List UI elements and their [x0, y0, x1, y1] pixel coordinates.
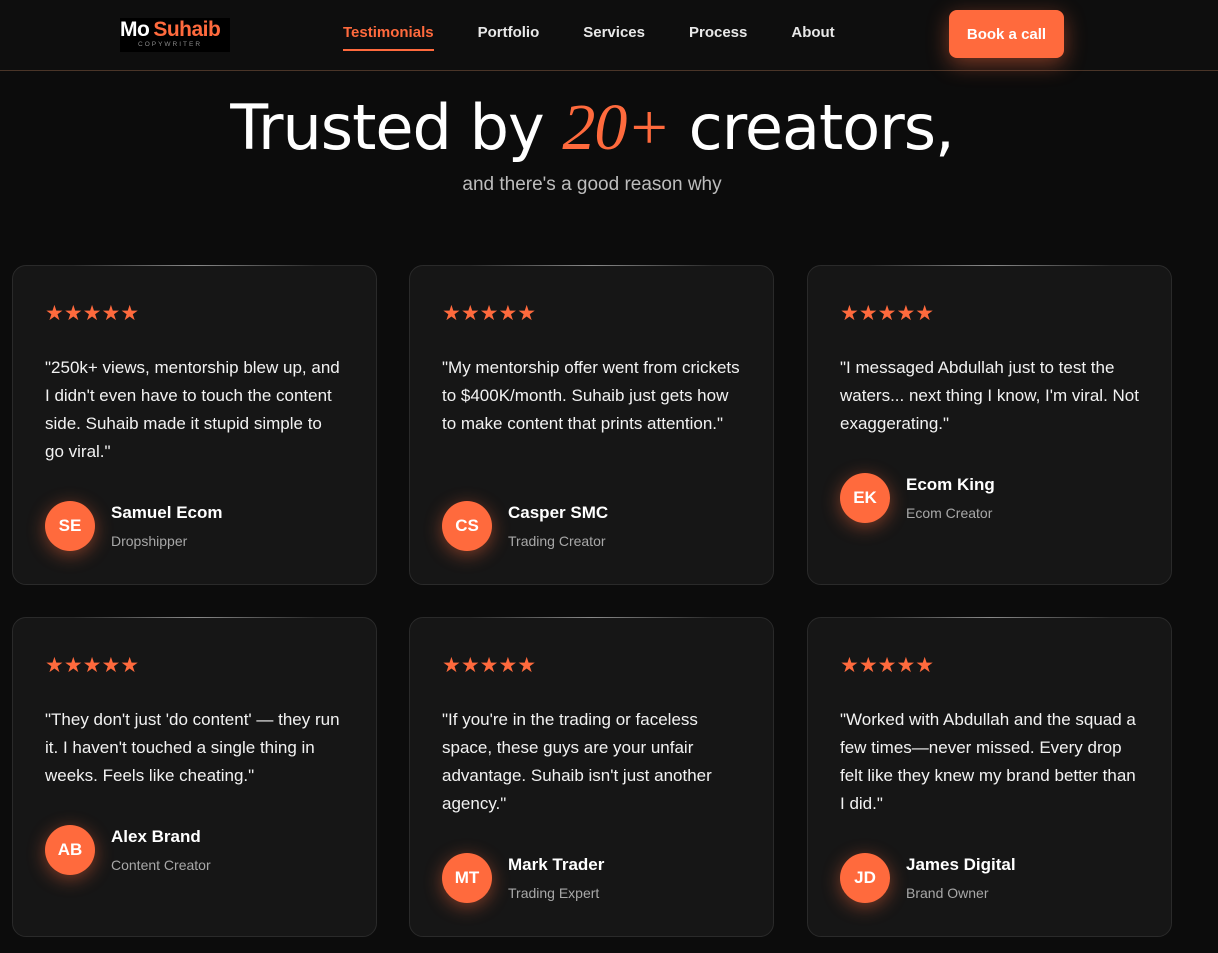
nav-link-portfolio[interactable]: Portfolio — [478, 24, 540, 51]
testimonial-quote: "My mentorship offer went from crickets … — [442, 358, 740, 433]
avatar: JD — [840, 853, 890, 903]
author-role: Content Creator — [111, 857, 211, 873]
star-rating: ★★★★★ — [840, 302, 935, 325]
hero-title-after: creators, — [669, 91, 955, 164]
author-role: Ecom Creator — [906, 505, 993, 521]
testimonial-quote: "Worked with Abdullah and the squad a fe… — [840, 710, 1136, 813]
avatar: EK — [840, 473, 890, 523]
star-rating: ★★★★★ — [442, 654, 537, 677]
author-name: Casper SMC — [508, 503, 609, 522]
nav-link-testimonials[interactable]: Testimonials — [343, 24, 434, 51]
testimonial-quote: "If you're in the trading or faceless sp… — [442, 710, 712, 813]
testimonial-quote: "I messaged Abdullah just to test the wa… — [840, 358, 1139, 433]
testimonial-card: ★★★★★ "250k+ views, mentorship blew up, … — [12, 265, 377, 585]
testimonial-card: ★★★★★ "If you're in the trading or facel… — [409, 617, 774, 937]
author-name: Samuel Ecom — [111, 503, 223, 522]
logo-tagline: COPYWRITER — [138, 41, 203, 48]
star-rating: ★★★★★ — [442, 302, 537, 325]
star-rating: ★★★★★ — [840, 654, 935, 677]
testimonial-card: ★★★★★ "I messaged Abdullah just to test … — [807, 265, 1172, 585]
author-name: Alex Brand — [111, 827, 201, 846]
testimonial-quote: "250k+ views, mentorship blew up, and I … — [45, 358, 340, 461]
hero-title: Trusted by 20+ creators, — [0, 90, 1184, 166]
testimonial-author: JD James Digital Brand Owner — [840, 853, 1016, 903]
logo-mo: Mo — [120, 18, 150, 41]
avatar: CS — [442, 501, 492, 551]
logo-name: Suhaib — [153, 18, 221, 41]
brand-logo[interactable]: Mo Suhaib COPYWRITER — [120, 18, 230, 52]
author-name: Mark Trader — [508, 855, 605, 874]
top-navbar: Mo Suhaib COPYWRITER Testimonials Portfol… — [0, 0, 1218, 71]
author-name: James Digital — [906, 855, 1016, 874]
testimonial-author: CS Casper SMC Trading Creator — [442, 501, 608, 551]
testimonial-author: MT Mark Trader Trading Expert — [442, 853, 604, 903]
avatar: AB — [45, 825, 95, 875]
author-role: Brand Owner — [906, 885, 989, 901]
testimonial-card: ★★★★★ "Worked with Abdullah and the squa… — [807, 617, 1172, 937]
nav-link-process[interactable]: Process — [689, 24, 747, 51]
testimonial-card: ★★★★★ "My mentorship offer went from cri… — [409, 265, 774, 585]
hero-title-before: Trusted by — [230, 91, 563, 164]
avatar: MT — [442, 853, 492, 903]
testimonial-author: SE Samuel Ecom Dropshipper — [45, 501, 223, 551]
author-role: Trading Creator — [508, 533, 606, 549]
nav-link-services[interactable]: Services — [583, 24, 645, 51]
star-rating: ★★★★★ — [45, 654, 140, 677]
author-role: Trading Expert — [508, 885, 600, 901]
testimonial-card: ★★★★★ "They don't just 'do content' — th… — [12, 617, 377, 937]
testimonial-author: AB Alex Brand Content Creator — [45, 825, 211, 875]
book-call-button[interactable]: Book a call — [949, 10, 1064, 58]
hero-subtitle: and there's a good reason why — [462, 174, 722, 195]
star-rating: ★★★★★ — [45, 302, 140, 325]
logo-wordmark: Mo Suhaib — [120, 18, 221, 42]
testimonial-author: EK Ecom King Ecom Creator — [840, 473, 995, 523]
hero-title-accent: 20+ — [562, 91, 671, 164]
testimonial-quote: "They don't just 'do content' — they run… — [45, 710, 340, 785]
author-name: Ecom King — [906, 475, 995, 494]
avatar: SE — [45, 501, 95, 551]
nav-link-about[interactable]: About — [791, 24, 834, 51]
author-role: Dropshipper — [111, 533, 188, 549]
nav-links: Testimonials Portfolio Services Process … — [343, 24, 879, 51]
